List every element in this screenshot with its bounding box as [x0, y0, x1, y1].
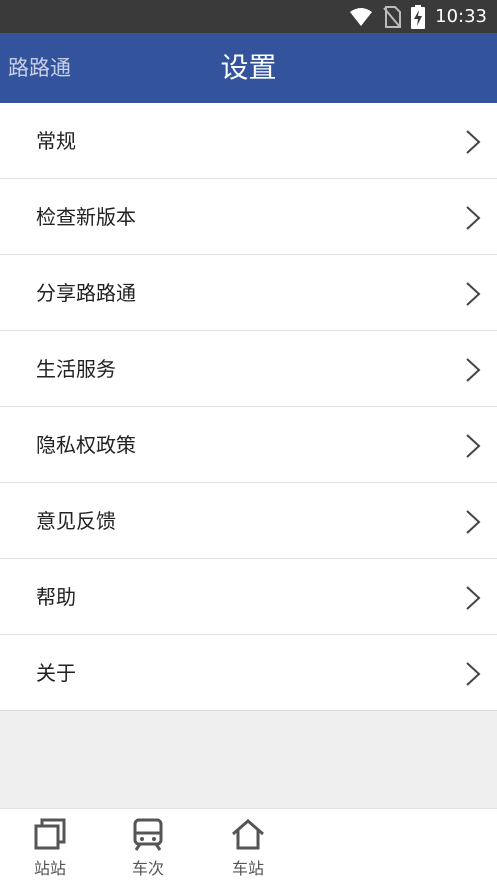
chevron-right-icon [466, 586, 481, 610]
settings-item-feedback[interactable]: 意见反馈 [0, 483, 497, 559]
settings-item-label: 检查新版本 [36, 205, 136, 229]
bottom-nav: 站站 车次 车站 [0, 808, 497, 884]
settings-item-label: 帮助 [36, 585, 76, 609]
chevron-right-icon [466, 510, 481, 534]
settings-item-label: 生活服务 [36, 357, 116, 381]
wifi-icon [350, 7, 373, 26]
stations-icon [34, 818, 66, 850]
nav-label: 站站 [33, 859, 66, 878]
home-icon [232, 819, 264, 850]
nav-label: 车次 [131, 859, 164, 878]
app-bar: 路路通 设置 [0, 33, 497, 103]
settings-item-label: 常规 [36, 129, 76, 153]
page-title: 设置 [220, 51, 277, 84]
chevron-right-icon [466, 206, 481, 230]
nav-label: 车站 [231, 859, 264, 878]
settings-item-life-services[interactable]: 生活服务 [0, 331, 497, 407]
settings-item-privacy-policy[interactable]: 隐私权政策 [0, 407, 497, 483]
status-time: 10:33 [435, 6, 487, 27]
status-icons: 10:33 [349, 0, 487, 33]
settings-item-label: 分享路路通 [36, 281, 136, 305]
settings-list: 常规 检查新版本 分享路路通 生活服务 隐私权政策 意见反馈 帮助 关于 [0, 103, 497, 711]
settings-item-label: 隐私权政策 [36, 433, 136, 457]
settings-item-label: 意见反馈 [36, 509, 116, 533]
nav-item-trains[interactable]: 车次 [98, 809, 198, 884]
nav-item-stations[interactable]: 站站 [0, 809, 100, 884]
settings-item-about[interactable]: 关于 [0, 635, 497, 711]
status-bar: 10:33 [0, 0, 497, 33]
train-icon [133, 818, 163, 851]
settings-item-help[interactable]: 帮助 [0, 559, 497, 635]
chevron-right-icon [466, 434, 481, 458]
chevron-right-icon [466, 358, 481, 382]
chevron-right-icon [466, 130, 481, 154]
battery-charging-icon [411, 4, 426, 29]
settings-item-general[interactable]: 常规 [0, 103, 497, 179]
no-sim-icon [383, 5, 402, 28]
settings-item-check-update[interactable]: 检查新版本 [0, 179, 497, 255]
settings-item-label: 关于 [36, 661, 76, 685]
chevron-right-icon [466, 282, 481, 306]
chevron-right-icon [466, 662, 481, 686]
nav-item-station[interactable]: 车站 [198, 809, 298, 884]
settings-item-share[interactable]: 分享路路通 [0, 255, 497, 331]
